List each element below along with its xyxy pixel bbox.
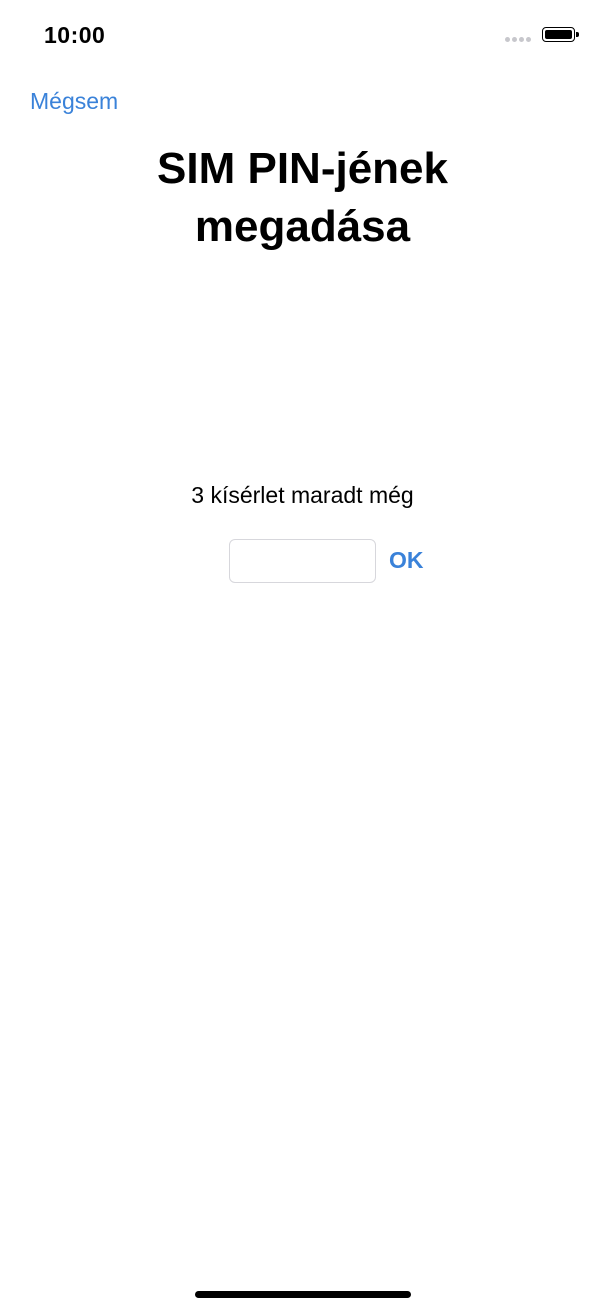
sim-pin-screen: 10:00 Mégsem SIM PIN-jének megadása 3 kí… — [0, 0, 605, 1310]
sim-pin-input[interactable] — [229, 539, 376, 583]
signal-dots-icon — [505, 37, 531, 42]
page-title-line2: megadása — [194, 202, 411, 251]
ok-button[interactable]: OK — [389, 547, 424, 574]
signal-dot — [505, 37, 510, 42]
signal-dot — [519, 37, 524, 42]
page-title-line1: SIM PIN-jének — [157, 144, 448, 193]
battery-fill — [545, 30, 572, 39]
home-indicator[interactable] — [195, 1291, 411, 1298]
battery-cap — [576, 32, 579, 37]
attempts-remaining-text: 3 kísérlet maradt még — [191, 482, 414, 508]
signal-dot — [526, 37, 531, 42]
battery-full-icon — [542, 27, 575, 42]
status-time: 10:00 — [44, 22, 106, 48]
signal-dot — [512, 37, 517, 42]
cancel-button[interactable]: Mégsem — [30, 88, 118, 115]
page-title: SIM PIN-jének megadása — [0, 140, 605, 256]
